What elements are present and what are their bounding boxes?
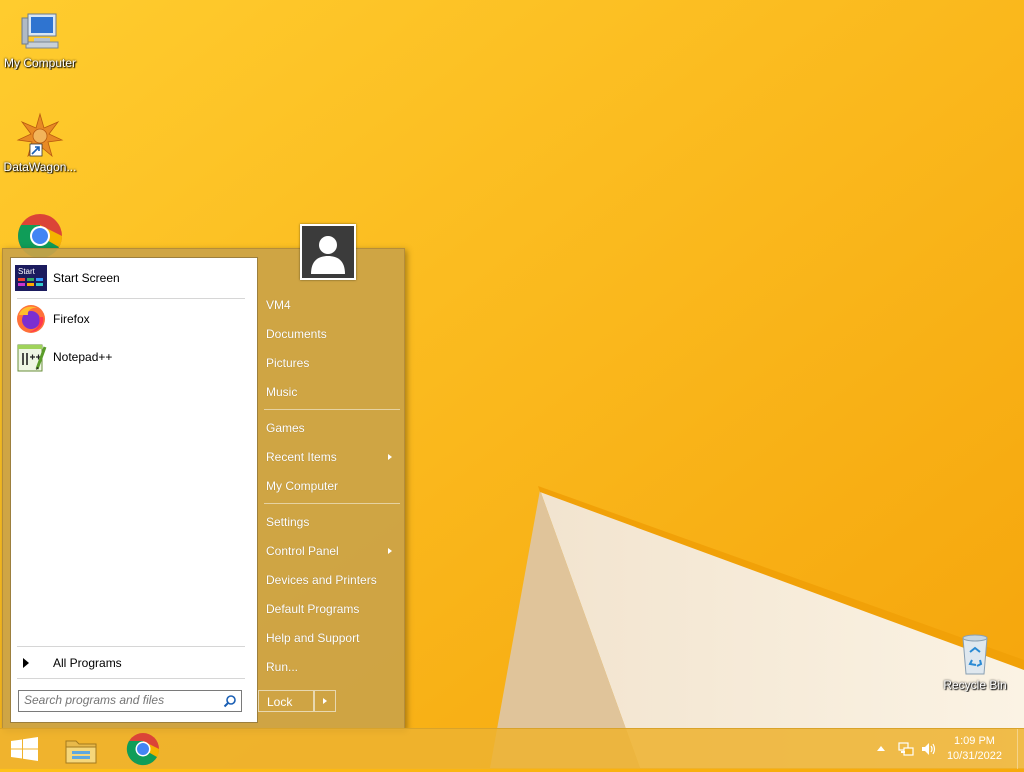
start-menu-item-start-screen[interactable]: Start Start Screen	[15, 261, 247, 295]
search-icon[interactable]	[223, 694, 237, 708]
search-input[interactable]	[19, 691, 220, 709]
start-menu-item-my-computer[interactable]: My Computer	[266, 474, 398, 498]
recycle-bin-icon	[951, 630, 999, 678]
start-menu-item-default-programs[interactable]: Default Programs	[266, 597, 398, 621]
start-menu-item-label: Pictures	[266, 356, 310, 370]
divider	[17, 678, 245, 679]
start-menu-item-label: Default Programs	[266, 602, 360, 616]
start-menu-item-label: Control Panel	[266, 544, 339, 558]
start-menu-item-label: Run...	[266, 660, 299, 674]
start-button[interactable]	[0, 729, 50, 769]
all-programs-label: All Programs	[53, 656, 122, 670]
desktop-icon-label: My Computer	[3, 56, 77, 70]
start-menu-item-label: Settings	[266, 515, 310, 529]
show-hidden-icons-icon[interactable]	[877, 746, 885, 751]
divider	[17, 298, 245, 299]
system-clock[interactable]: 1:09 PM 10/31/2022	[947, 734, 1002, 764]
divider	[264, 409, 400, 410]
windows-start-icon	[11, 737, 38, 761]
start-menu-places-pane: VM4 Documents Pictures Music Games Recen…	[260, 249, 402, 727]
notepad-plus-plus-icon	[15, 341, 47, 373]
chevron-right-icon	[323, 698, 327, 704]
clock-date: 10/31/2022	[946, 750, 1002, 762]
desktop-icon-recycle-bin[interactable]: Recycle Bin	[935, 630, 1015, 692]
taskbar-chrome-button[interactable]	[118, 729, 168, 769]
divider	[264, 503, 400, 504]
start-menu-item-recent-items[interactable]: Recent Items	[266, 445, 398, 469]
show-desktop-button[interactable]	[1017, 729, 1024, 769]
taskbar: 1:09 PM 10/31/2022	[0, 728, 1024, 769]
desktop-icon-label: DataWagon...	[3, 160, 77, 174]
start-menu-item-label: Documents	[266, 327, 327, 341]
start-menu-item-settings[interactable]: Settings	[266, 510, 398, 534]
start-menu-item-user-folder[interactable]: VM4	[266, 293, 398, 317]
start-menu-item-help-and-support[interactable]: Help and Support	[266, 626, 398, 650]
user-icon	[311, 236, 345, 274]
submenu-arrow-icon	[388, 454, 392, 460]
user-avatar[interactable]	[300, 224, 356, 280]
start-menu-item-control-panel[interactable]: Control Panel	[266, 539, 398, 563]
start-menu-item-documents[interactable]: Documents	[266, 322, 398, 346]
start-menu-item-games[interactable]: Games	[266, 416, 398, 440]
start-menu-item-devices-and-printers[interactable]: Devices and Printers	[266, 568, 398, 592]
start-menu-item-music[interactable]: Music	[266, 380, 398, 404]
expand-arrow-icon	[23, 658, 29, 668]
desktop-icon-datawagon[interactable]: DataWagon...	[0, 112, 80, 174]
start-menu-item-label: Recent Items	[266, 450, 337, 464]
volume-icon[interactable]	[921, 741, 937, 757]
all-programs-button[interactable]: All Programs	[15, 652, 122, 674]
start-menu-programs-pane: Start Start Screen Firefox Notepad++ All…	[10, 257, 258, 723]
shutdown-options-button[interactable]	[314, 690, 336, 712]
datawagon-icon	[16, 112, 64, 160]
network-icon[interactable]	[898, 741, 914, 757]
search-box[interactable]	[18, 690, 242, 712]
computer-icon	[16, 8, 64, 56]
submenu-arrow-icon	[388, 548, 392, 554]
desktop-icon-my-computer[interactable]: My Computer	[0, 8, 80, 70]
start-menu-item-label: VM4	[266, 298, 291, 312]
start-menu-item-label: Devices and Printers	[266, 573, 377, 587]
clock-time: 1:09 PM	[953, 735, 995, 747]
svg-text:Start: Start	[18, 267, 36, 276]
desktop-icon-label: Recycle Bin	[943, 678, 1007, 692]
start-screen-icon: Start	[15, 262, 47, 294]
taskbar-file-explorer-button[interactable]	[56, 729, 106, 769]
chrome-icon	[126, 733, 160, 766]
start-menu-item-label: Notepad++	[53, 350, 113, 364]
file-explorer-icon	[65, 740, 97, 764]
start-menu-item-label: Firefox	[53, 312, 90, 326]
start-menu-item-label: Games	[266, 421, 305, 435]
lock-button[interactable]: Lock	[258, 690, 314, 712]
firefox-icon	[15, 303, 47, 335]
start-menu: Start Start Screen Firefox Notepad++ All…	[2, 248, 405, 730]
start-menu-item-firefox[interactable]: Firefox	[15, 302, 247, 336]
start-menu-item-run[interactable]: Run...	[266, 655, 398, 679]
start-menu-item-label: Help and Support	[266, 631, 360, 645]
start-menu-item-label: My Computer	[266, 479, 339, 493]
start-menu-item-pictures[interactable]: Pictures	[266, 351, 398, 375]
start-menu-item-label: Start Screen	[53, 271, 120, 285]
start-menu-item-label: Music	[266, 385, 298, 399]
divider	[17, 646, 245, 647]
start-menu-item-notepad-plus-plus[interactable]: Notepad++	[15, 340, 247, 374]
